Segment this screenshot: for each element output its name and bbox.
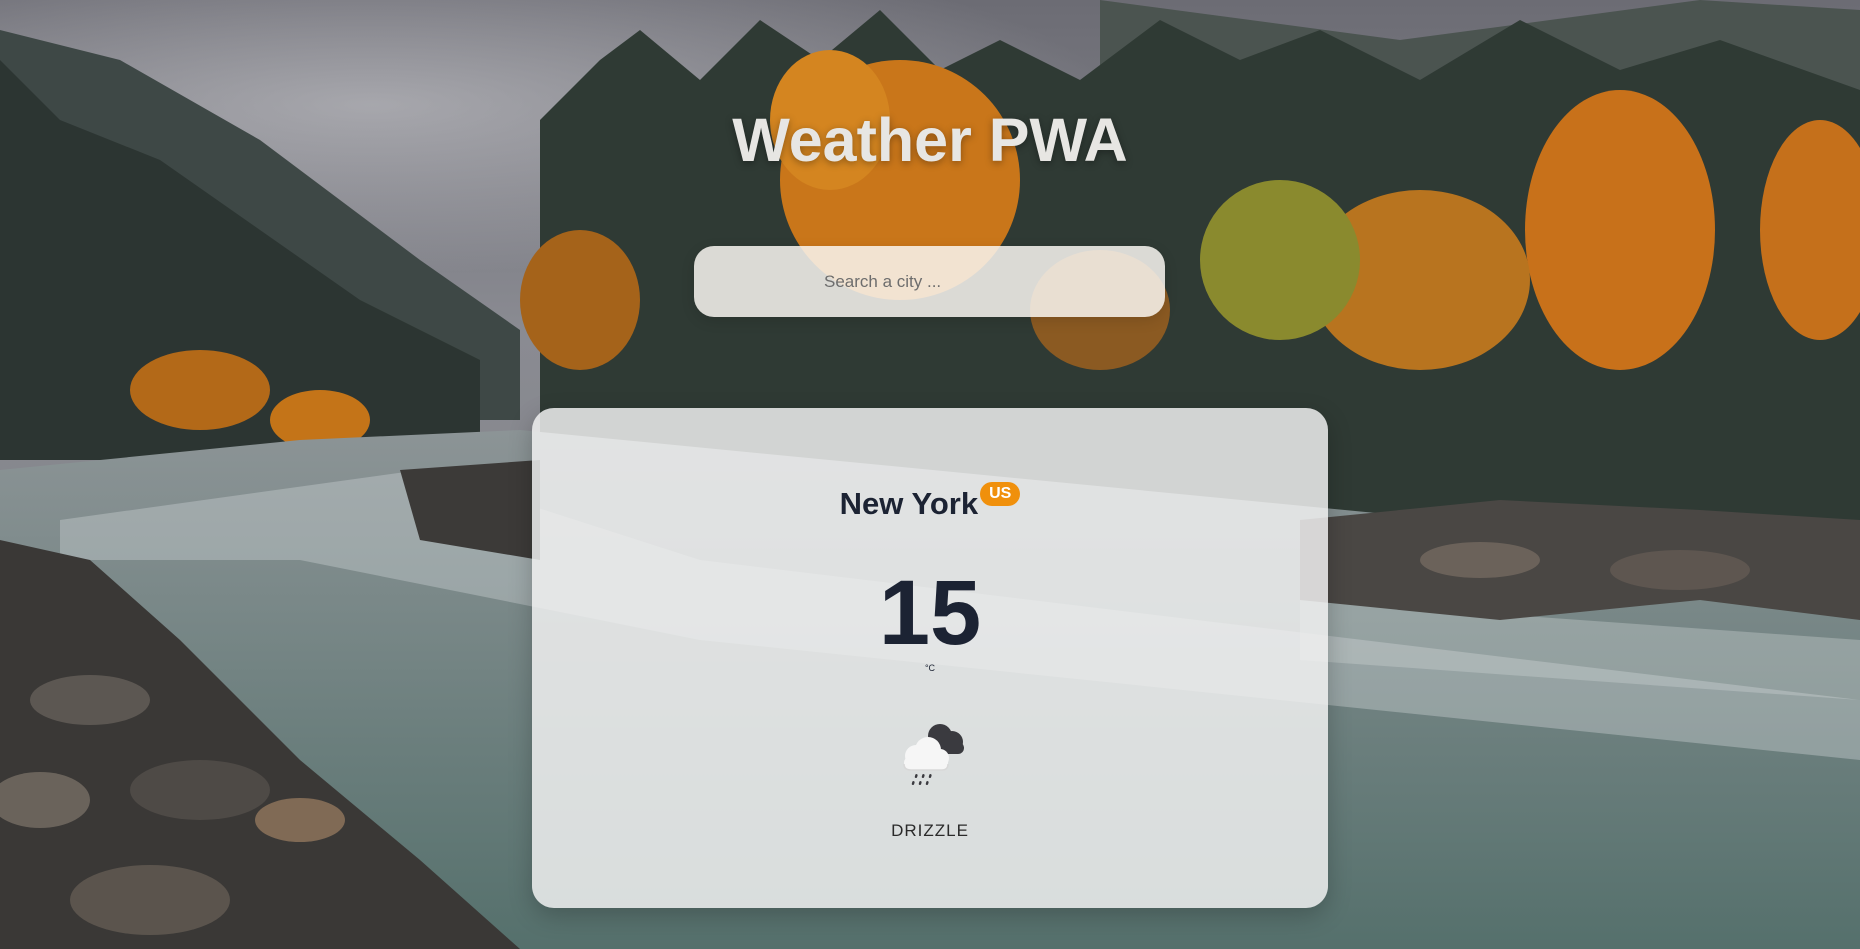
- temperature-unit: °C: [924, 663, 936, 673]
- city-name: New York: [839, 486, 979, 521]
- weather-condition: DRIZZLE: [891, 821, 969, 840]
- country-badge: US: [980, 482, 1021, 506]
- rain-cloud-icon: [890, 714, 970, 794]
- weather-card: New York US 15 °C DRIZZLE: [532, 408, 1328, 908]
- temperature-value: 15: [878, 562, 982, 664]
- app-title: Weather PWA: [732, 106, 1128, 174]
- search-input[interactable]: [694, 246, 1165, 317]
- location-row: New York US: [532, 482, 1328, 522]
- weather-app: Weather PWA New YorkUS 15 °C: [0, 0, 1860, 949]
- search-bar: [694, 246, 1165, 317]
